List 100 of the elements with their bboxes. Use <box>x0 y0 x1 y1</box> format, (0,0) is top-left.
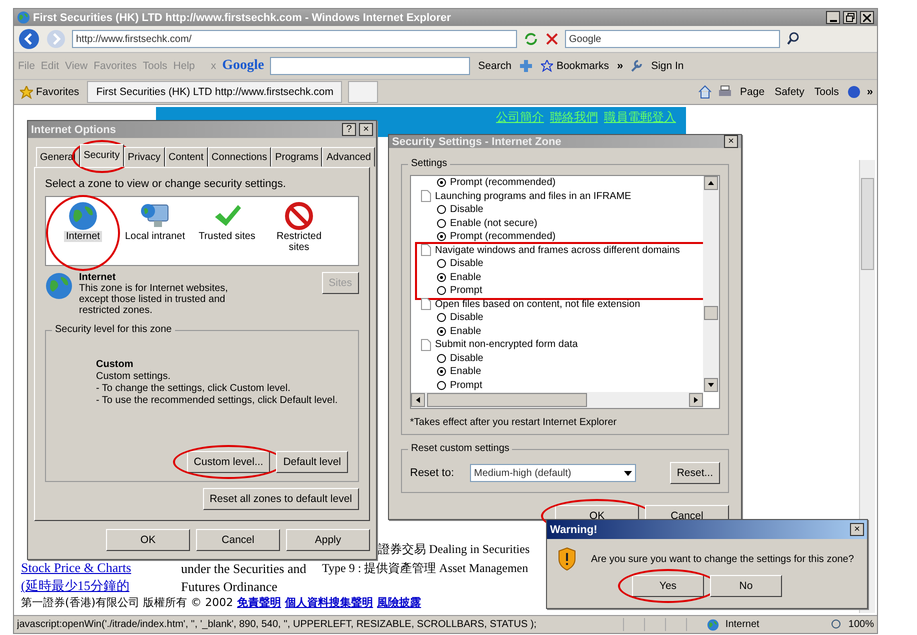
dialog-button[interactable]: No <box>710 575 782 597</box>
radio-option[interactable]: Disable <box>421 257 699 270</box>
level-button[interactable]: Default level <box>276 451 348 473</box>
radio-option[interactable]: Disable <box>421 203 699 216</box>
zone-item[interactable]: Local intranet <box>122 201 188 261</box>
command-menu[interactable]: Tools <box>812 86 841 98</box>
level-button[interactable]: Custom level... <box>186 451 270 473</box>
close-button[interactable] <box>860 11 874 24</box>
toolbar-logo: Google <box>222 58 264 74</box>
restart-note: *Takes effect after you restart Internet Explorer <box>410 416 618 428</box>
more-chevron[interactable]: » <box>866 86 873 98</box>
bookmarks-button[interactable]: Bookmarks <box>539 60 611 72</box>
home-icon[interactable] <box>698 85 712 99</box>
radio-option[interactable]: Disable <box>421 311 699 324</box>
dialog-tab[interactable]: Security <box>80 144 124 167</box>
globe-icon <box>45 272 73 300</box>
plus-icon[interactable] <box>519 59 534 73</box>
wrench-icon[interactable] <box>629 59 644 73</box>
dialog-tab[interactable]: Privacy <box>124 147 164 167</box>
browser-icon <box>17 11 30 24</box>
star-icon <box>541 60 554 72</box>
page-link[interactable]: (延時最少15分鐘的 <box>21 577 132 595</box>
toolbar-search-field[interactable] <box>270 57 470 75</box>
restore-button[interactable] <box>843 11 857 24</box>
page-tab[interactable]: First Securities (HK) LTD http://www.firstsechk.com <box>87 81 342 103</box>
zone-prompt: Select a zone to view or change security settings. <box>45 178 287 190</box>
globe-icon <box>707 618 720 630</box>
dialog-title: Internet Options <box>31 124 117 136</box>
command-menu[interactable]: Safety <box>772 86 806 98</box>
radio-option[interactable]: Prompt (recommended) <box>421 176 699 190</box>
printer-icon[interactable] <box>718 85 732 99</box>
minimize-button[interactable] <box>826 11 840 24</box>
help-button[interactable]: ? <box>342 123 356 136</box>
restore-icon <box>846 13 854 22</box>
zone-item[interactable]: Internet <box>50 201 116 261</box>
radio-option[interactable]: Enable <box>421 365 699 378</box>
more-chevron[interactable]: » <box>616 60 624 72</box>
shield-icon <box>557 547 577 571</box>
refresh-icon[interactable] <box>523 31 539 47</box>
zone-item[interactable]: Trusted sites <box>194 201 260 261</box>
close-button[interactable]: × <box>850 523 864 536</box>
dialog-button[interactable]: Apply <box>286 529 370 551</box>
status-text: javascript:openWin('./itrade/index.htm', '', '_blank', 890, 540, '', UPPERLEFT, RESIZABLE, SCROLLBARS, STATUS ); <box>17 619 538 630</box>
group-label: Settings <box>408 158 450 169</box>
dialog-button[interactable]: Yes <box>632 575 704 597</box>
reset-dropdown[interactable]: Medium-high (default) <box>470 464 636 482</box>
horizontal-scrollbar[interactable] <box>411 392 703 408</box>
favorites-button[interactable]: Favorites <box>18 86 82 98</box>
radio-option[interactable]: Prompt (recommended) <box>421 230 699 244</box>
page-text: Type 9 : 提供資產管理 Asset Managemen <box>322 560 530 577</box>
dialog-button[interactable]: OK <box>106 529 190 551</box>
document-icon <box>421 190 431 202</box>
zone-item[interactable]: Restricted sites <box>266 201 332 261</box>
dialog-tab[interactable]: Content <box>164 147 208 167</box>
group-label: Security level for this zone <box>52 324 175 335</box>
setting-name: Navigate windows and frames across different domains <box>435 244 680 256</box>
reset-all-button[interactable]: Reset all zones to default level <box>202 488 359 510</box>
zone-description: This zone is for Internet websites, except those listed in trusted and restricted zones. <box>79 283 229 316</box>
back-icon[interactable] <box>18 28 40 50</box>
dialog-button[interactable]: Cancel <box>196 529 280 551</box>
group-label: Reset custom settings <box>408 443 512 454</box>
zone-indicator: Internet <box>725 619 760 630</box>
dialog-tab[interactable]: Advanced <box>322 147 375 167</box>
close-button[interactable]: × <box>724 135 738 148</box>
footer-link[interactable]: 風險披露 <box>377 595 422 610</box>
reset-button[interactable]: Reset... <box>670 462 720 484</box>
close-button[interactable]: × <box>359 123 373 136</box>
scroll-down-icon[interactable] <box>708 383 714 387</box>
scroll-up-icon[interactable] <box>708 181 714 185</box>
scroll-thumb[interactable] <box>861 178 874 270</box>
radio-option[interactable]: Prompt <box>421 284 699 298</box>
vertical-scrollbar[interactable] <box>703 176 719 392</box>
page-link[interactable]: Stock Price & Charts <box>21 560 132 576</box>
warning-message: Are you sure you want to change the settings for this zone? <box>591 554 854 564</box>
scroll-right-icon[interactable] <box>694 397 698 403</box>
scroll-thumb[interactable] <box>427 393 587 407</box>
zone-name: Internet <box>79 272 117 283</box>
scroll-left-icon[interactable] <box>416 397 420 403</box>
scroll-thumb[interactable] <box>704 306 718 320</box>
footer-link[interactable]: 個人資料搜集聲明 <box>285 595 374 610</box>
radio-option[interactable]: Enable (not secure) <box>421 216 699 230</box>
setting-name: Open files based on content, not file extension <box>435 298 640 310</box>
command-menu[interactable]: Page <box>738 86 767 98</box>
search-field[interactable]: Google <box>565 30 780 48</box>
search-button[interactable]: Search <box>476 60 514 72</box>
footer-link[interactable]: 免責聲明 <box>237 595 282 610</box>
dialog-tab[interactable]: Connections <box>208 147 272 167</box>
page-text: under the Securities and <box>181 561 306 577</box>
radio-option[interactable]: Enable <box>421 270 699 284</box>
radio-option[interactable]: Enable <box>421 324 699 338</box>
document-icon <box>421 244 431 256</box>
zoom-level[interactable]: 100% <box>848 619 874 630</box>
level-description: - To change the settings, click Custom level. <box>96 383 292 394</box>
radio-option[interactable]: Prompt <box>421 378 699 392</box>
radio-option[interactable]: Disable <box>421 352 699 365</box>
close-icon <box>863 14 871 22</box>
address-field[interactable]: http://www.firstsechk.com/ <box>72 30 517 48</box>
sign-in-button[interactable]: Sign In <box>649 60 686 72</box>
stop-icon[interactable] <box>545 32 559 46</box>
dialog-tab[interactable]: Programs <box>271 147 322 167</box>
